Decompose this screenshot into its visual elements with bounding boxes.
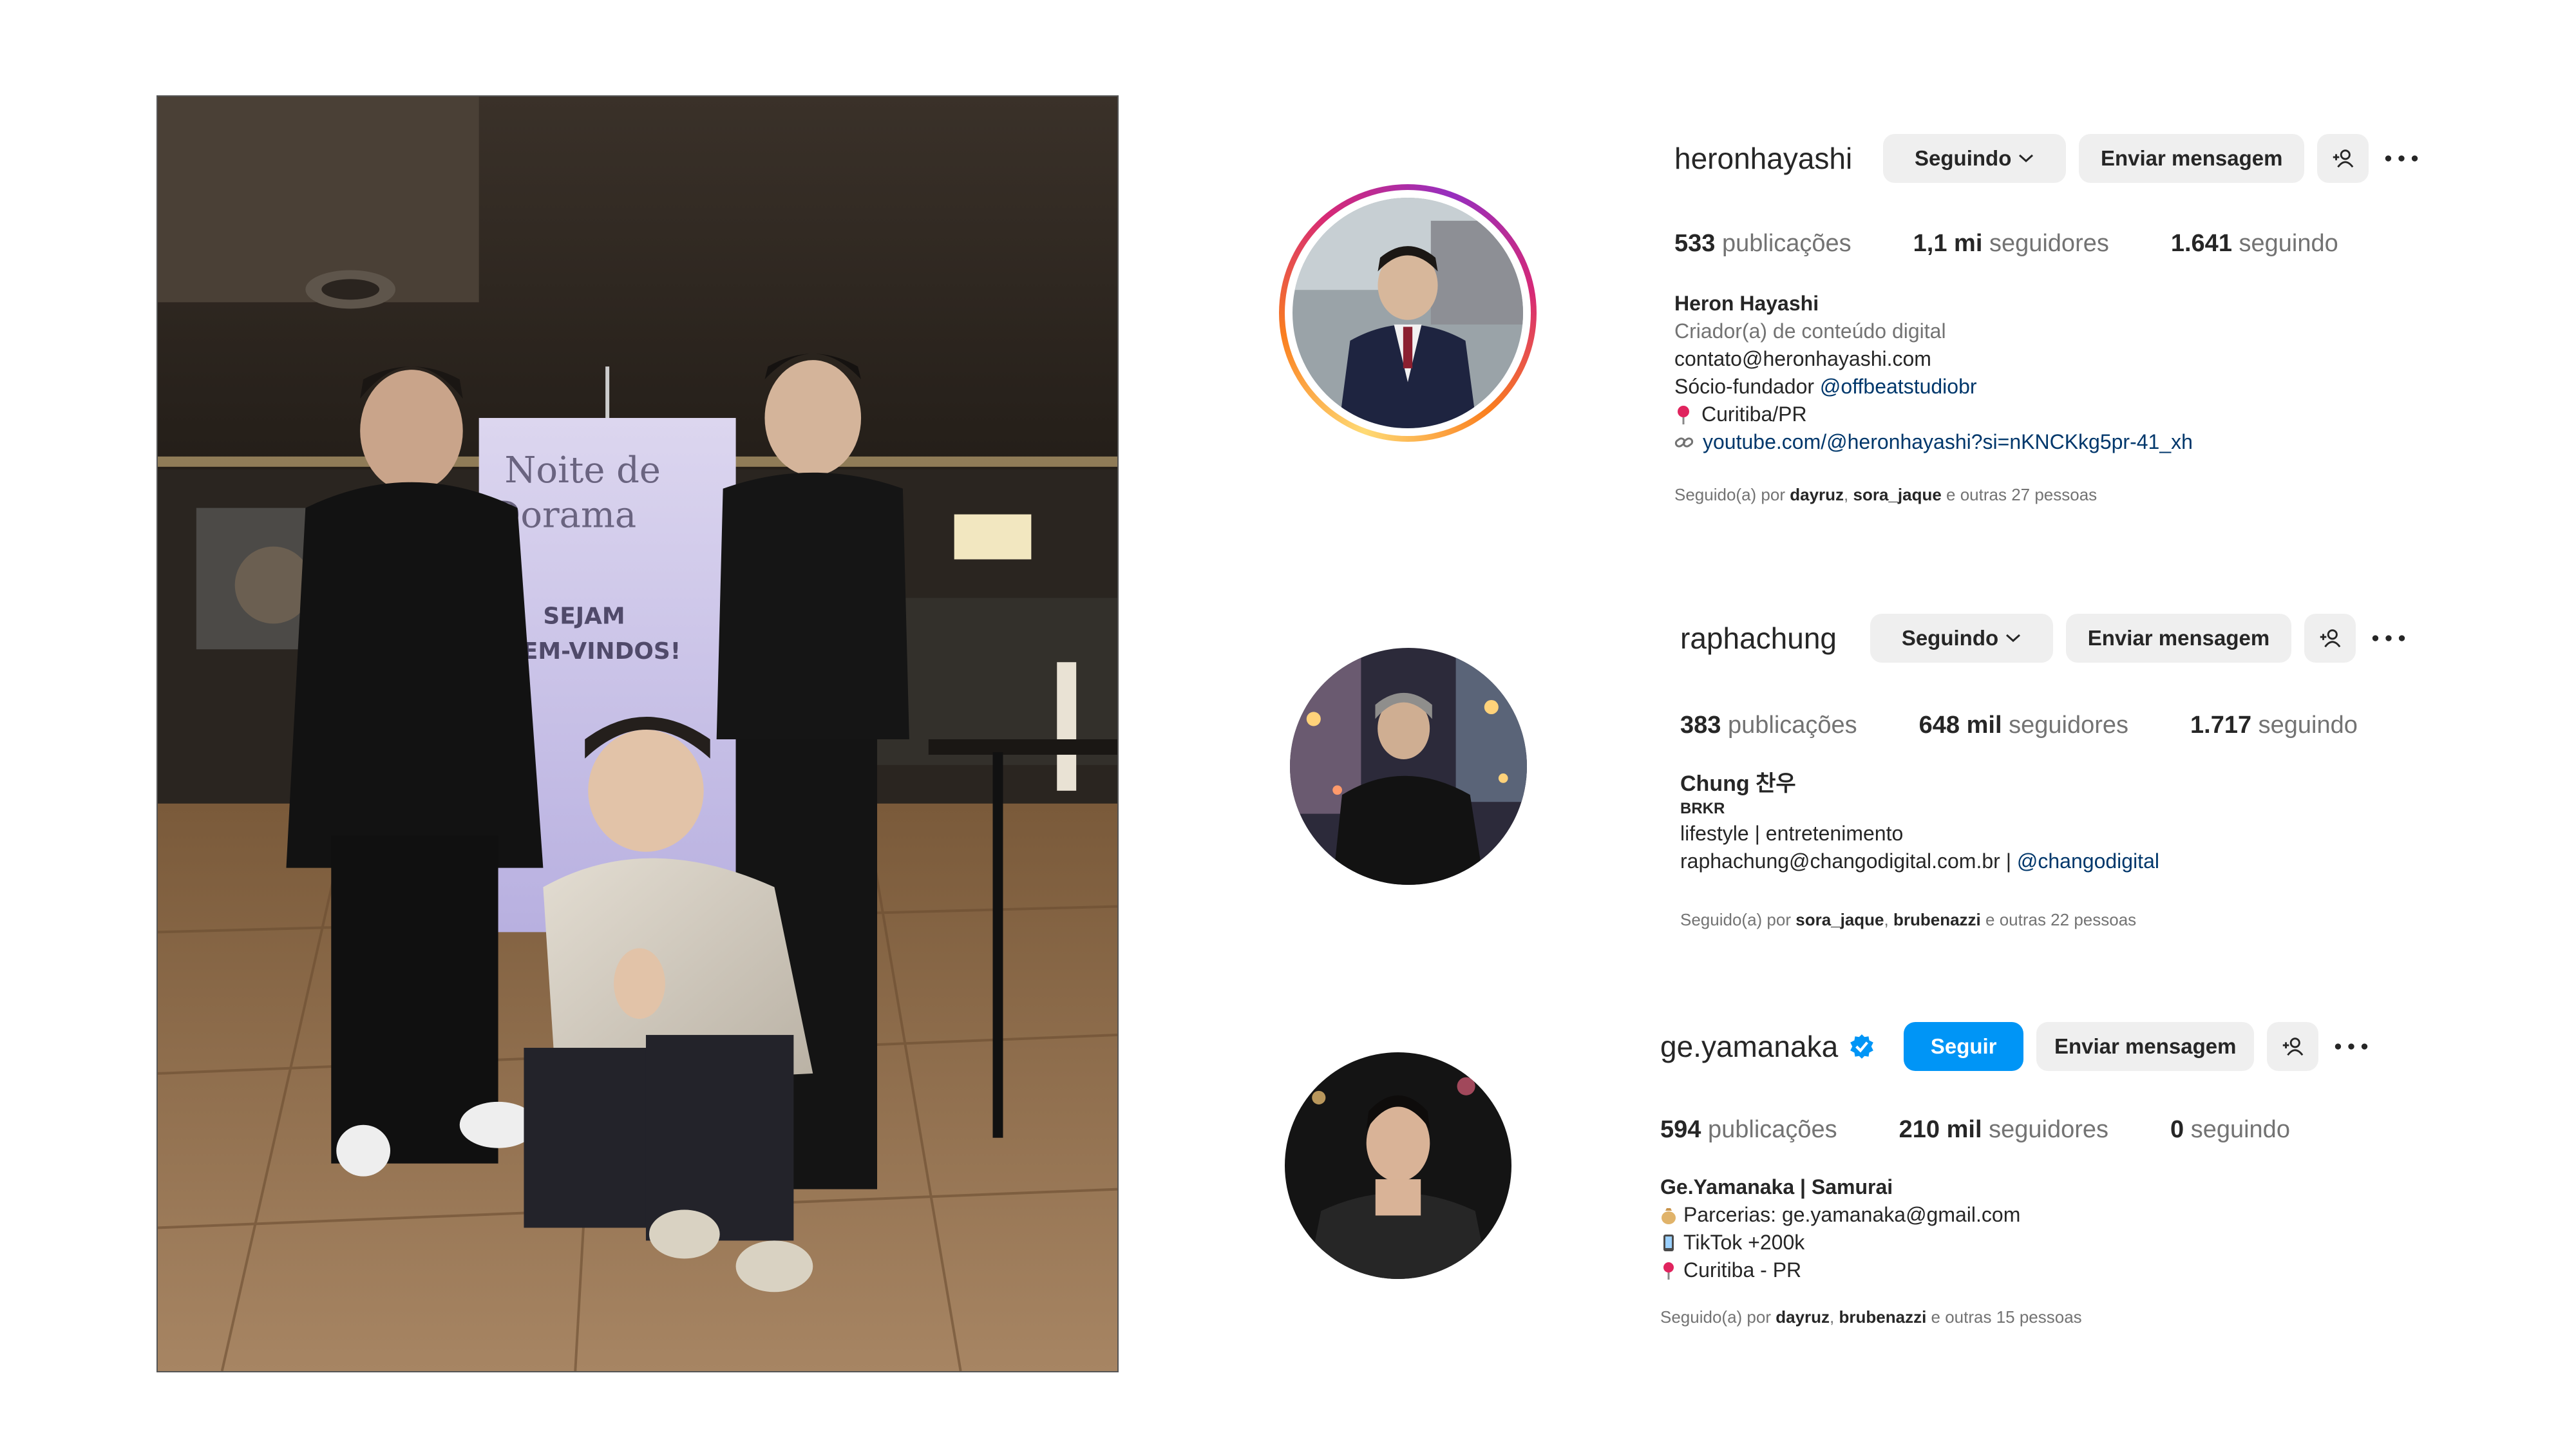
following-count[interactable]: 0 seguindo (2170, 1116, 2290, 1144)
follow-button[interactable]: Seguir (1904, 1022, 2024, 1071)
profile-picture (1285, 1052, 1511, 1279)
avatar[interactable] (1285, 1052, 1511, 1279)
profile-header-raphachung: raphachung Seguindo Enviar mensagem (1680, 614, 2411, 663)
external-link[interactable]: youtube.com/@heronhayashi?si=nKNCKkg5pr-… (1703, 428, 2193, 456)
following-button[interactable]: Seguindo (1870, 614, 2053, 663)
add-person-icon (2333, 149, 2354, 168)
send-message-label: Enviar mensagem (2100, 146, 2283, 170)
profile-header-heronhayashi: heronhayashi Seguindo Enviar mensagem (1674, 134, 2424, 183)
suggest-follow-button[interactable] (2267, 1022, 2319, 1071)
more-options-icon[interactable] (2329, 1022, 2374, 1071)
send-message-button[interactable]: Enviar mensagem (2079, 134, 2305, 183)
profile-stats: 383 publicações 648 mil seguidores 1.717… (1680, 712, 2420, 739)
add-person-icon (2320, 629, 2341, 648)
username[interactable]: heronhayashi (1674, 141, 1852, 176)
profile-picture (1290, 648, 1527, 885)
profile-stats: 594 publicações 210 mil seguidores 0 seg… (1660, 1116, 2352, 1144)
following-count[interactable]: 1.717 seguindo (2190, 712, 2358, 739)
verified-badge-icon (1850, 1034, 1874, 1059)
add-person-icon (2282, 1037, 2304, 1056)
category: Criador(a) de conteúdo digital (1674, 319, 1946, 343)
profile-header-geyamanaka: ge.yamanaka Seguir Enviar mensagem (1660, 1022, 2374, 1071)
group-photo: Noite de Dorama SEJAM BEM-VINDOS! (156, 95, 1119, 1372)
posts-count[interactable]: 594 publicações (1660, 1116, 1837, 1144)
svg-text:BEM-VINDOS!: BEM-VINDOS! (505, 638, 681, 665)
profile-bio: Ge.Yamanaka | Samurai Parcerias: ge.yama… (1660, 1173, 2020, 1284)
bio-tag: BRKR (1680, 800, 1725, 817)
send-message-button[interactable]: Enviar mensagem (2065, 614, 2291, 663)
posts-count[interactable]: 383 publicações (1680, 712, 1857, 739)
bio-tiktok-line: TikTok +200k (1660, 1229, 2020, 1256)
posts-count[interactable]: 533 publicações (1674, 230, 1852, 258)
full-name: Heron Hayashi (1674, 292, 1819, 315)
full-name: Ge.Yamanaka | Samurai (1660, 1175, 1893, 1198)
followed-by[interactable]: Seguido(a) por dayruz, brubenazzi e outr… (1660, 1307, 2082, 1327)
bio-location-line: Curitiba - PR (1660, 1256, 2020, 1284)
mention-link[interactable]: @offbeatstudiobr (1820, 375, 1977, 398)
screenshot-canvas: Noite de Dorama SEJAM BEM-VINDOS! heronh… (0, 0, 2576, 1449)
followed-by[interactable]: Seguido(a) por sora_jaque, brubenazzi e … (1680, 910, 2136, 930)
profile-picture (1293, 198, 1523, 428)
more-options-icon[interactable] (2366, 614, 2411, 663)
bio-location-line: Curitiba/PR (1674, 401, 2193, 428)
send-message-label: Enviar mensagem (2054, 1034, 2237, 1058)
avatar[interactable] (1290, 648, 1527, 885)
more-options-icon[interactable] (2379, 134, 2424, 183)
following-label: Seguindo (1901, 626, 1999, 650)
story-ring[interactable] (1279, 184, 1537, 442)
pin-icon (1663, 1262, 1674, 1280)
svg-text:SEJAM: SEJAM (543, 603, 625, 629)
suggest-follow-button[interactable] (2317, 134, 2369, 183)
bio-link-line: youtube.com/@heronhayashi?si=nKNCKkg5pr-… (1674, 428, 2193, 456)
avatar[interactable] (1293, 198, 1523, 428)
profile-bio: Heron Hayashi Criador(a) de conteúdo dig… (1674, 290, 2193, 456)
svg-text:Noite de: Noite de (505, 450, 661, 491)
chevron-down-icon (2006, 634, 2021, 643)
send-message-label: Enviar mensagem (2087, 626, 2270, 650)
mention-link[interactable]: @changodigital (2017, 849, 2159, 873)
followers-count[interactable]: 210 mil seguidores (1899, 1116, 2108, 1144)
full-name: Chung 찬우 (1680, 772, 1796, 796)
phone-icon (1663, 1234, 1674, 1251)
group-photo-image: Noite de Dorama SEJAM BEM-VINDOS! (158, 97, 1117, 1371)
following-label: Seguindo (1915, 146, 2012, 170)
bio-contact-line: raphachung@changodigital.com.br | @chang… (1680, 849, 2159, 873)
bio-email: contato@heronhayashi.com (1674, 347, 1931, 370)
profile-stats: 533 publicações 1,1 mi seguidores 1.641 … (1674, 230, 2400, 258)
pin-icon (1678, 405, 1689, 424)
username[interactable]: raphachung (1680, 621, 1837, 656)
username[interactable]: ge.yamanaka (1660, 1029, 1838, 1064)
followers-count[interactable]: 1,1 mi seguidores (1913, 230, 2109, 258)
followed-by[interactable]: Seguido(a) por dayruz, sora_jaque e outr… (1674, 485, 2097, 505)
bio-partnership-line: Parcerias: ge.yamanaka@gmail.com (1660, 1201, 2020, 1229)
money-bag-icon (1662, 1208, 1676, 1224)
bio-partner-line: Sócio-fundador @offbeatstudiobr (1674, 375, 1977, 398)
bio-line: lifestyle | entretenimento (1680, 822, 1904, 845)
chevron-down-icon (2019, 154, 2034, 163)
following-button[interactable]: Seguindo (1883, 134, 2067, 183)
send-message-button[interactable]: Enviar mensagem (2036, 1022, 2255, 1071)
suggest-follow-button[interactable] (2304, 614, 2356, 663)
followers-count[interactable]: 648 mil seguidores (1919, 712, 2128, 739)
profile-bio: Chung 찬우 BRKR lifestyle | entretenimento… (1680, 770, 2159, 875)
following-count[interactable]: 1.641 seguindo (2171, 230, 2338, 258)
follow-label: Seguir (1930, 1034, 1997, 1058)
link-icon (1674, 437, 1694, 448)
